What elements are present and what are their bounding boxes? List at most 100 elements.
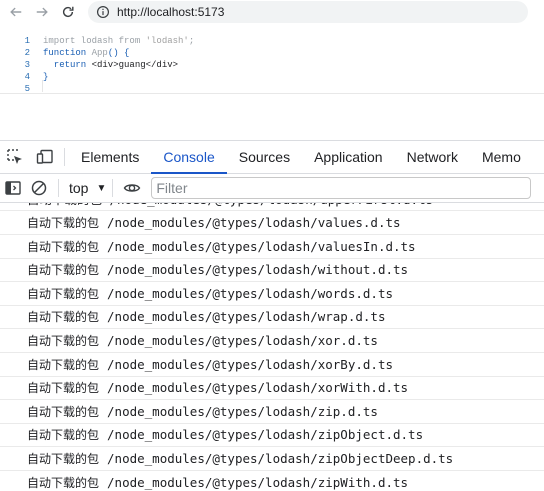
device-toolbar-button[interactable]: [30, 141, 60, 173]
tab-divider: [64, 148, 65, 166]
filter-placeholder: Filter: [156, 180, 188, 196]
clear-console-button[interactable]: [26, 175, 52, 201]
log-prefix: 自动下载的包: [27, 239, 100, 254]
log-path: /node_modules/@types/lodash/xorBy.d.ts: [107, 356, 393, 372]
code-line[interactable]: 3 return <div>guang</div>: [0, 59, 544, 71]
code-token: return: [43, 60, 92, 70]
log-row: 自动下载的包/node_modules/@types/lodash/values…: [0, 235, 544, 259]
log-prefix: 自动下载的包: [27, 263, 100, 278]
info-icon[interactable]: [96, 5, 110, 19]
device-icon: [36, 149, 53, 164]
arrow-left-icon: [10, 7, 22, 17]
reload-icon: [62, 6, 74, 18]
log-row: 自动下载的包/node_modules/@types/lodash/values…: [0, 211, 544, 235]
log-path: /node_modules/@types/lodash/words.d.ts: [107, 285, 393, 301]
log-row: 自动下载的包 /node_modules/@types/lodash/upper…: [0, 203, 544, 211]
log-prefix: 自动下载的包: [27, 334, 100, 348]
log-path: /node_modules/@types/lodash/wrap.d.ts: [107, 309, 386, 325]
toolbar-divider: [112, 179, 114, 197]
code-text: import lodash from 'lodash';: [43, 35, 194, 47]
code-token: import lodash from: [43, 36, 146, 46]
code-text: }: [43, 71, 48, 83]
caret-down-icon: ▼: [96, 182, 107, 194]
forward-button[interactable]: [32, 2, 52, 22]
line-number: 2: [24, 48, 30, 58]
log-path: /node_modules/@types/lodash/zipObjectDee…: [107, 451, 454, 466]
log-path: /node_modules/@types/lodash/values.d.ts: [107, 215, 401, 230]
line-number: 3: [24, 60, 30, 70]
sidebar-icon: [5, 181, 21, 195]
log-prefix: 自动下载的包: [27, 428, 100, 443]
code-line[interactable]: 5: [0, 83, 544, 95]
toolbar-divider: [58, 179, 59, 197]
code-line[interactable]: 1 import lodash from 'lodash';: [0, 35, 544, 47]
back-button[interactable]: [6, 2, 26, 22]
live-expression-button[interactable]: [119, 175, 145, 201]
log-path: /node_modules/@types/lodash/xor.d.ts: [107, 333, 378, 348]
log-row: 自动下载的包/node_modules/@types/lodash/zipObj…: [0, 423, 544, 448]
code-token: ;: [188, 36, 195, 46]
filter-input[interactable]: Filter: [151, 177, 532, 199]
context-select[interactable]: top ▼: [69, 180, 106, 196]
log-row: 自动下载的包/node_modules/@types/lodash/zip.d.…: [0, 400, 544, 424]
console-toolbar: top ▼ Filter: [0, 174, 544, 203]
devtools-panel: Elements Console Sources Application Net…: [0, 140, 544, 490]
line-number: 1: [24, 36, 30, 46]
log-path: /node_modules/@types/lodash/zipWith.d.ts: [107, 474, 409, 490]
tab-memory[interactable]: Memo: [470, 141, 533, 173]
tab-application[interactable]: Application: [302, 141, 395, 173]
code-editor[interactable]: 1 import lodash from 'lodash'; 2 function A…: [0, 30, 544, 94]
line-number: 5: [24, 84, 30, 94]
inspect-icon: [7, 149, 22, 164]
log-prefix: 自动下载的包: [27, 404, 100, 419]
log-prefix: 自动下载的包: [27, 475, 100, 490]
tab-console[interactable]: Console: [151, 141, 228, 174]
log-path: /node_modules/@types/lodash/without.d.ts: [107, 262, 409, 278]
reload-button[interactable]: [58, 2, 78, 22]
log-row: 自动下载的包/node_modules/@types/lodash/xorWit…: [0, 376, 544, 401]
code-line[interactable]: 4}: [0, 71, 544, 83]
log-prefix: 自动下载的包: [27, 452, 100, 466]
log-row: 自动下载的包/node_modules/@types/lodash/xor.d.…: [0, 329, 544, 353]
log-prefix: 自动下载的包: [27, 381, 100, 396]
log-prefix: 自动下载的包: [27, 357, 100, 372]
browser-toolbar: http://localhost:5173: [0, 0, 544, 24]
log-prefix: 自动下载的包: [27, 216, 100, 230]
log-row: 自动下载的包/node_modules/@types/lodash/wrap.d…: [0, 305, 544, 330]
log-row: 自动下载的包/node_modules/@types/lodash/zipWit…: [0, 471, 544, 491]
log-row: 自动下载的包/node_modules/@types/lodash/withou…: [0, 258, 544, 283]
arrow-right-icon: [36, 7, 48, 17]
log-row: 自动下载的包/node_modules/@types/lodash/words.…: [0, 282, 544, 306]
log-path: /node_modules/@types/lodash/zipObject.d.…: [107, 427, 424, 443]
tab-sources[interactable]: Sources: [227, 141, 302, 173]
log-text: 自动下载的包 /node_modules/@types/lodash/upper…: [27, 203, 433, 208]
code-line[interactable]: 2 function App() {: [0, 47, 544, 59]
code-text: return <div>guang</div>: [43, 59, 178, 71]
context-value: top: [69, 180, 89, 196]
tab-network[interactable]: Network: [395, 141, 470, 173]
code-token: 'lodash': [145, 36, 189, 46]
inspect-element-button[interactable]: [0, 141, 30, 173]
code-text: function App() {: [43, 47, 129, 59]
eye-icon: [124, 184, 141, 192]
line-number: 4: [24, 72, 30, 82]
log-path: /node_modules/@types/lodash/zip.d.ts: [107, 403, 378, 419]
console-log[interactable]: 自动下载的包 /node_modules/@types/lodash/upper…: [0, 203, 544, 491]
log-path: /node_modules/@types/lodash/xorWith.d.ts: [107, 380, 409, 396]
block-icon: [31, 180, 47, 196]
log-row: 自动下载的包/node_modules/@types/lodash/xorBy.…: [0, 353, 544, 377]
code-token: () {: [107, 48, 130, 58]
code-token: function: [43, 48, 92, 58]
log-row: 自动下载的包/node_modules/@types/lodash/zipObj…: [0, 447, 544, 471]
tab-elements[interactable]: Elements: [69, 141, 151, 173]
log-path: /node_modules/@types/lodash/valuesIn.d.t…: [107, 238, 416, 254]
log-prefix: 自动下载的包: [27, 286, 100, 301]
code-token: }: [43, 72, 49, 82]
log-prefix: 自动下载的包: [27, 310, 100, 325]
code-token: <div>guang</div>: [91, 60, 179, 70]
code-token: App: [91, 48, 108, 58]
show-sidebar-button[interactable]: [0, 175, 26, 201]
address-bar[interactable]: http://localhost:5173: [88, 1, 528, 23]
url-text: http://localhost:5173: [117, 5, 225, 19]
devtools-tab-bar: Elements Console Sources Application Net…: [0, 141, 544, 174]
